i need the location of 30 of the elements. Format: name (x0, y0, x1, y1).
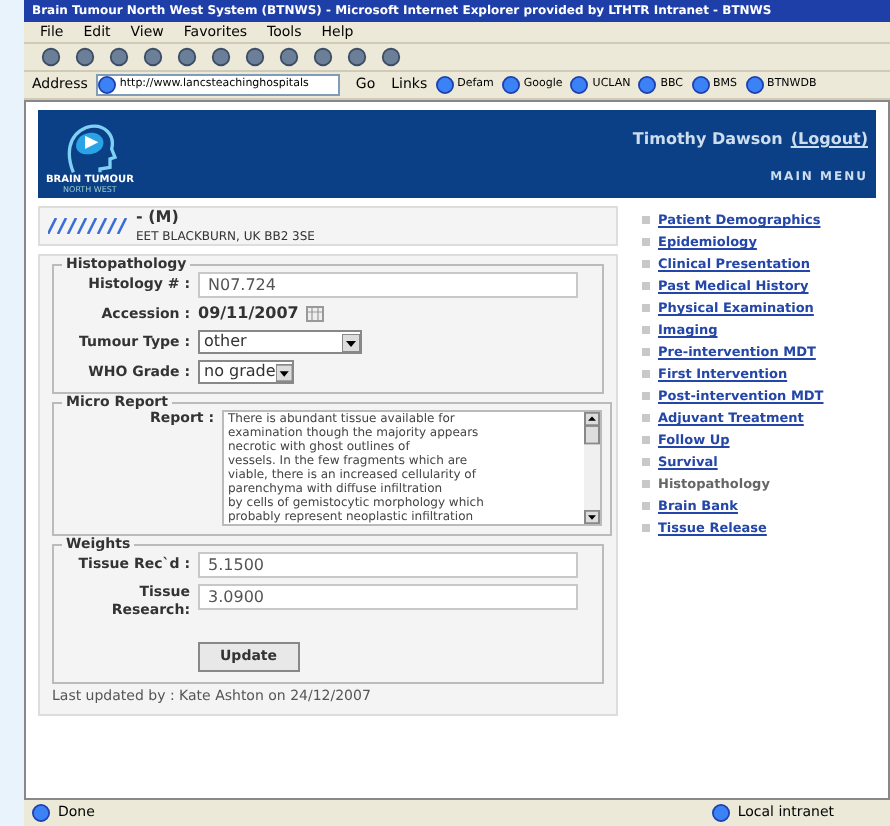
bullet-icon (642, 216, 650, 224)
bullet-icon (642, 326, 650, 334)
bullet-icon (642, 458, 650, 466)
bullet-icon (642, 238, 650, 246)
histology-field[interactable]: N07.724 (198, 272, 578, 298)
bullet-icon (642, 480, 650, 488)
bullet-icon (642, 282, 650, 290)
bullet-icon (642, 370, 650, 378)
accession-date: 09/11/2007 (198, 304, 299, 324)
patient-sex: - (M) (136, 207, 181, 227)
tumour-type-select[interactable]: other (198, 330, 362, 354)
bullet-icon (642, 436, 650, 444)
bullet-icon (642, 502, 650, 510)
calendar-icon[interactable] (306, 306, 325, 322)
bullet-icon (642, 392, 650, 400)
bullet-icon (642, 304, 650, 312)
dropdown-arrow-icon (275, 363, 292, 381)
tissue-received-field[interactable]: 5.1500 (198, 552, 578, 578)
bullet-icon (642, 524, 650, 532)
dropdown-arrow-icon (342, 333, 360, 351)
scrollbar-drawing[interactable] (584, 412, 600, 524)
tissue-research-field[interactable]: 3.0900 (198, 584, 578, 610)
who-grade-select[interactable]: no grade (198, 360, 294, 384)
bullet-icon (642, 348, 650, 356)
bullet-icon (642, 414, 650, 422)
redaction-hatch-drawing (48, 218, 128, 234)
user-name: Timothy Dawson (632, 128, 783, 152)
bullet-icon (642, 260, 650, 268)
logout-link[interactable]: (Logout) (790, 128, 868, 152)
report-field[interactable] (222, 410, 602, 526)
